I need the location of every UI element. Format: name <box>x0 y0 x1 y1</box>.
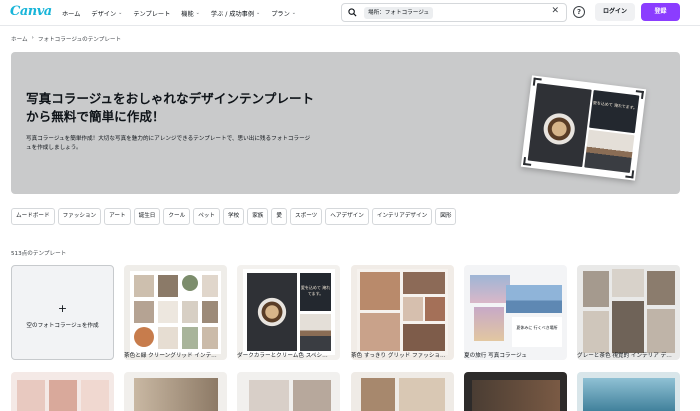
hero-collage-image: 愛を込めて 淹れてます。 <box>520 75 647 181</box>
template-title[interactable]: ダークカラーとクリーム色 スペシ… <box>237 351 340 359</box>
template-card-7[interactable] <box>124 372 227 411</box>
search-filter-chip[interactable]: 場所：フォトコラージュ <box>364 7 434 19</box>
page-title: 写真コラージュをおしゃれなデザインテンプレートから無料で簡単に作成！ <box>26 91 315 124</box>
template-card-4[interactable]: 夏休みに 行くべき場所 <box>464 265 567 360</box>
breadcrumb: ホーム › フォトコラージュのテンプレート <box>11 35 121 43</box>
tag-chip[interactable]: ペット <box>193 208 220 225</box>
category-tags: ムードボード ファッション アート 誕生日 クール ペット 学校 家族 愛 スポ… <box>11 208 457 225</box>
nav-home[interactable]: ホーム <box>62 9 80 18</box>
nav-templates[interactable]: テンプレート <box>133 9 170 18</box>
nav-design[interactable]: デザイン ⌄ <box>91 9 122 18</box>
tag-chip[interactable]: 愛 <box>271 208 288 225</box>
tag-chip[interactable]: ムードボード <box>11 208 55 225</box>
nav-features[interactable]: 機能 ⌄ <box>181 9 200 18</box>
chevron-down-icon: ⌄ <box>291 10 296 16</box>
template-card-2[interactable]: 愛を込めて 淹れてます。 <box>237 265 340 360</box>
close-icon[interactable]: ✕ <box>551 6 559 16</box>
tag-chip[interactable]: 図形 <box>435 208 457 225</box>
nav-label: 機能 <box>181 10 194 18</box>
nav-label: ホーム <box>62 10 81 18</box>
main-nav: ホーム デザイン ⌄ テンプレート 機能 ⌄ 学ぶ / 成功事例 ⌄ プラン ⌄ <box>62 0 296 26</box>
tag-chip[interactable]: 学校 <box>223 208 245 225</box>
template-card-11[interactable] <box>577 372 680 411</box>
search-input[interactable]: 場所：フォトコラージュ ✕ <box>341 3 567 22</box>
nav-label: プラン <box>271 10 290 18</box>
tag-chip[interactable]: ファッション <box>57 208 102 225</box>
login-button[interactable]: ログイン <box>595 3 635 21</box>
template-title[interactable]: 茶色と緑 クリーングリッド インテ… <box>124 351 227 359</box>
template-card-10[interactable] <box>464 372 567 411</box>
help-icon[interactable]: ? <box>573 6 585 18</box>
nav-label: 学ぶ / 成功事例 <box>210 10 255 18</box>
chevron-down-icon: ⌄ <box>256 10 261 16</box>
nav-learn[interactable]: 学ぶ / 成功事例 ⌄ <box>211 9 260 18</box>
cups-photo <box>584 129 635 173</box>
create-blank-label: 空のフォトコラージュを作成 <box>26 323 99 329</box>
template-card-8[interactable] <box>237 372 340 411</box>
chevron-down-icon: ⌄ <box>118 10 123 16</box>
card-photo-caption: 夏休みに 行くべき場所 <box>512 317 562 347</box>
template-title[interactable]: 夏の旅行 写真コラージュ <box>464 351 567 359</box>
nav-label: デザイン <box>91 10 117 18</box>
template-count: 513点のテンプレート <box>11 251 67 257</box>
template-card-5[interactable] <box>577 265 680 360</box>
tag-chip[interactable]: 誕生日 <box>133 208 161 225</box>
hero-photo-caption: 愛を込めて 淹れてます。 <box>589 89 640 134</box>
template-card-1[interactable] <box>124 265 227 360</box>
tag-chip[interactable]: 家族 <box>247 208 269 225</box>
tag-chip[interactable]: スポーツ <box>290 208 323 225</box>
tag-chip[interactable]: アート <box>104 208 131 225</box>
tag-chip[interactable]: インテリアデザイン <box>371 208 433 225</box>
create-blank-card[interactable]: + 空のフォトコラージュを作成 <box>11 265 114 360</box>
canva-logo[interactable]: Canva <box>10 4 52 19</box>
signup-button[interactable]: 登録 <box>641 3 680 21</box>
template-card-9[interactable] <box>351 372 454 411</box>
template-title[interactable]: 茶色 すっきり グリッド ファッショ… <box>351 351 454 359</box>
card-photo-caption: 愛を込めて 淹れてます。 <box>300 273 331 311</box>
breadcrumb-home[interactable]: ホーム <box>11 35 28 43</box>
template-title[interactable]: グレーと茶色 視覚的 インテリア デ… <box>577 351 680 359</box>
plus-icon: + <box>57 302 68 315</box>
template-card-3[interactable] <box>351 265 454 360</box>
hero-banner: 写真コラージュをおしゃれなデザインテンプレートから無料で簡単に作成！ 写真コラー… <box>11 52 680 194</box>
top-header: Canva ホーム デザイン ⌄ テンプレート 機能 ⌄ 学ぶ / 成功事例 ⌄ プラ… <box>0 0 700 26</box>
chevron-down-icon: ⌄ <box>195 10 200 16</box>
breadcrumb-current: フォトコラージュのテンプレート <box>37 37 122 43</box>
nav-label: テンプレート <box>133 10 171 18</box>
coffee-cup-photo <box>527 83 592 168</box>
breadcrumb-separator: › <box>31 35 34 41</box>
tag-chip[interactable]: ヘアデザイン <box>325 208 369 225</box>
template-card-6[interactable] <box>11 372 114 411</box>
hero-description: 写真コラージュを簡単作成！大切な写真を魅力的にアレンジできるテンプレートで、思い… <box>26 136 311 151</box>
tag-chip[interactable]: クール <box>163 208 191 225</box>
nav-pricing[interactable]: プラン ⌄ <box>271 9 296 18</box>
search-icon <box>348 8 357 17</box>
